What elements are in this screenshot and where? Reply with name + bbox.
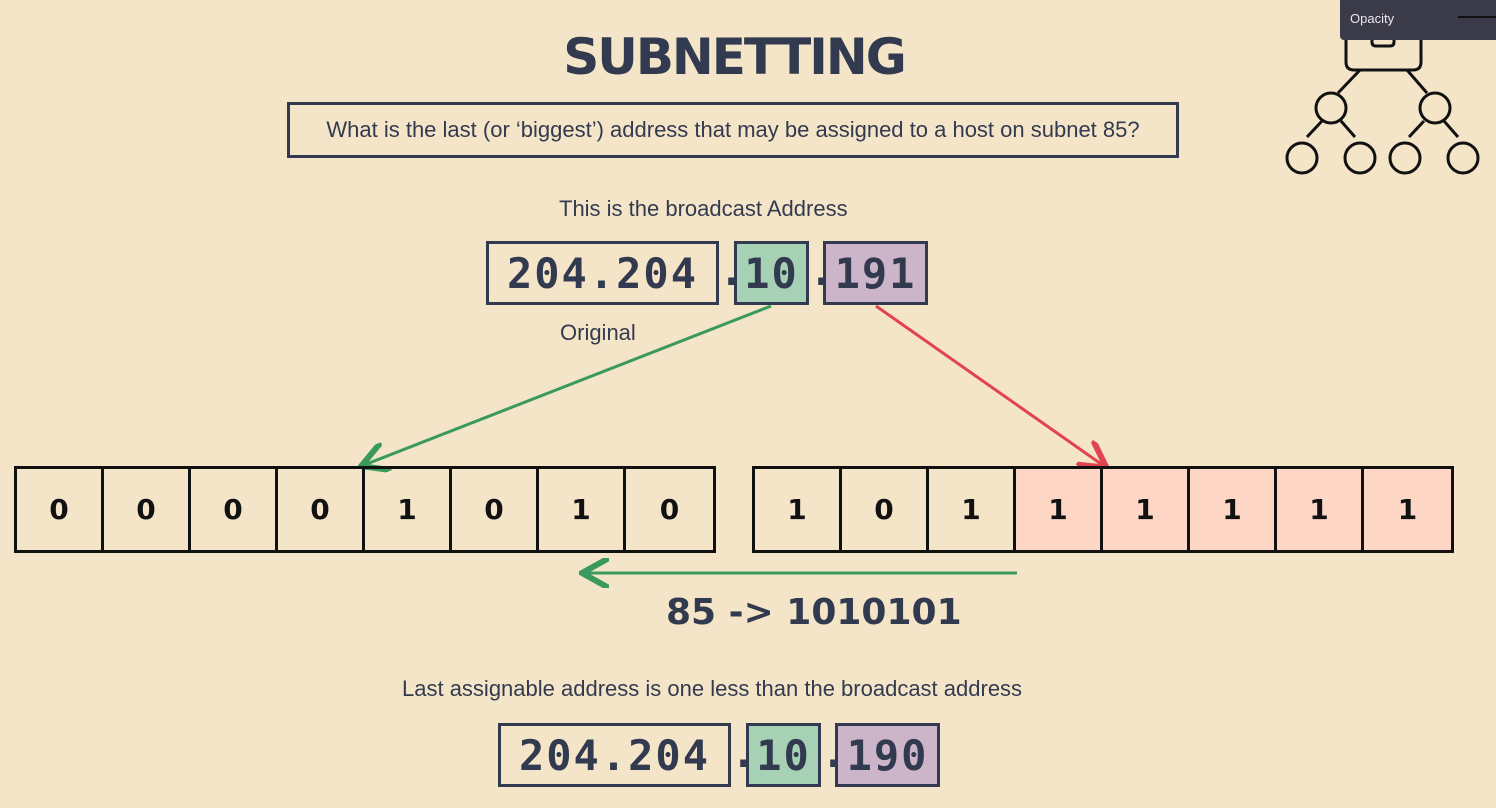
fourth-octet-arrow bbox=[875, 304, 1104, 466]
bit-cell: 0 bbox=[278, 469, 365, 550]
last-address-caption: Last assignable address is one less than… bbox=[402, 676, 1023, 701]
third-octet-arrow bbox=[364, 304, 772, 465]
third-octet-bits: 0 0 0 0 1 0 1 0 bbox=[14, 466, 716, 553]
bit-cell: 1 bbox=[755, 469, 842, 550]
last-ip-third-octet: 10 bbox=[746, 723, 821, 787]
host-bit-cell: 1 bbox=[1364, 469, 1451, 550]
bit-cell: 0 bbox=[452, 469, 539, 550]
bit-cell: 0 bbox=[104, 469, 191, 550]
host-bit-cell: 1 bbox=[1103, 469, 1190, 550]
host-bit-cell: 1 bbox=[1190, 469, 1277, 550]
last-ip-fourth-octet: 190 bbox=[835, 723, 940, 787]
bit-cell: 0 bbox=[659, 493, 680, 526]
bit-cell: 0 bbox=[842, 469, 929, 550]
bit-cell: 0 bbox=[191, 469, 278, 550]
subnet-conversion: 85 -> 1010101 bbox=[666, 592, 962, 633]
host-bit-cell: 1 bbox=[1016, 469, 1103, 550]
bit-cell: 1 bbox=[539, 469, 626, 550]
last-ip-fixed: 204.204 bbox=[498, 723, 731, 787]
bit-cell: 1 bbox=[365, 469, 452, 550]
fourth-octet-bits: 1 0 1 1 1 1 1 1 bbox=[752, 466, 1454, 553]
host-bit-cell: 1 bbox=[1277, 469, 1364, 550]
bit-cell: 0 bbox=[17, 469, 104, 550]
bit-cell: 1 bbox=[929, 469, 1016, 550]
